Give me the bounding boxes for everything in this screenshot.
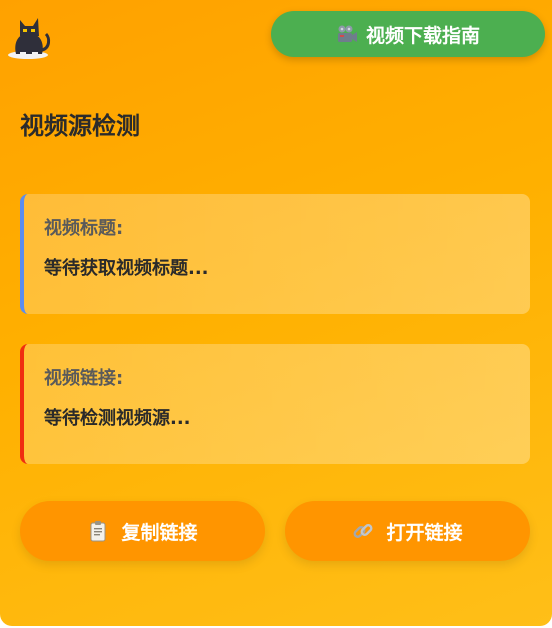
guide-button-label: 视频下载指南	[365, 24, 480, 47]
cat-logo-icon	[6, 8, 54, 60]
video-link-label: 视频链接:	[44, 368, 124, 389]
video-title-card: 视频标题: 等待获取视频标题...	[20, 194, 530, 314]
film-camera-icon	[336, 24, 358, 44]
open-link-label: 打开链接	[386, 521, 463, 544]
video-title-value: 等待获取视频标题...	[44, 258, 209, 279]
video-title-label: 视频标题:	[44, 218, 124, 239]
clipboard-icon	[87, 520, 109, 542]
link-icon	[352, 520, 374, 542]
copy-link-label: 复制链接	[121, 521, 198, 544]
video-download-guide-button[interactable]: 视频下载指南	[271, 11, 545, 57]
extension-panel: 视频下载指南 视频源检测 视频标题: 等待获取视频标题... 视频链接: 等待检…	[0, 0, 552, 626]
open-link-button[interactable]: 打开链接	[285, 501, 530, 561]
copy-link-button[interactable]: 复制链接	[20, 501, 265, 561]
video-link-card: 视频链接: 等待检测视频源...	[20, 344, 530, 464]
page-title: 视频源检测	[20, 112, 140, 140]
video-link-value: 等待检测视频源...	[44, 408, 191, 429]
